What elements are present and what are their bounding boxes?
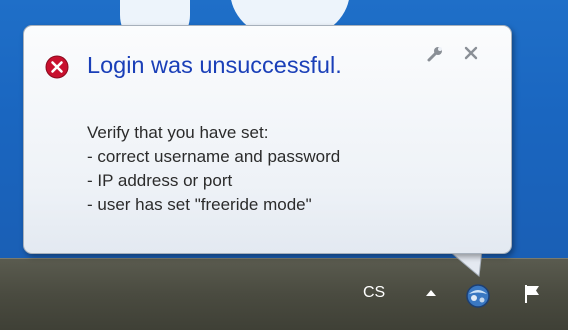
error-icon [45, 55, 69, 79]
notification-message: Verify that you have set: - correct user… [87, 121, 340, 217]
wrench-icon[interactable] [426, 45, 444, 63]
message-line: - IP address or port [87, 171, 233, 190]
message-line: Verify that you have set: [87, 123, 269, 142]
message-line: - correct username and password [87, 147, 341, 166]
notification-balloon: Login was unsuccessful. Verify that you … [0, 0, 568, 329]
notification-title: Login was unsuccessful. [87, 52, 342, 78]
message-line: - user has set "freeride mode" [87, 195, 312, 214]
close-icon[interactable] [463, 45, 479, 61]
